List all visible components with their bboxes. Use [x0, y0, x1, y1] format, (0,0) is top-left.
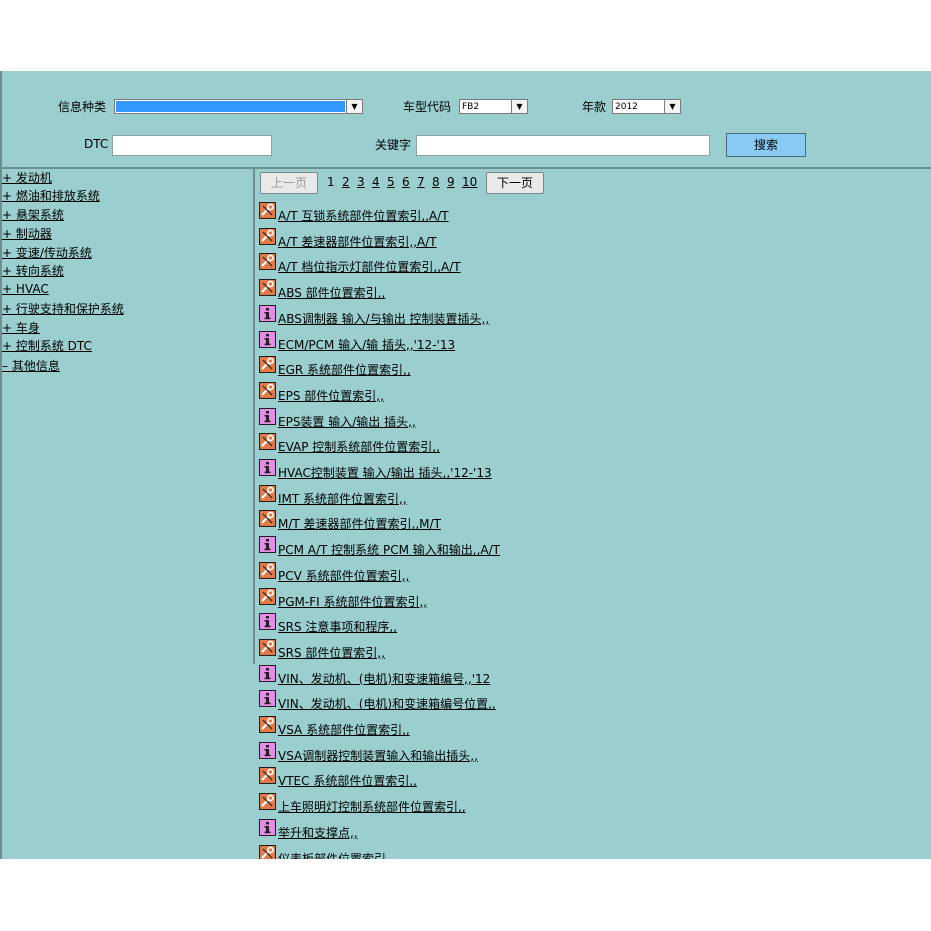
- info-icon: [259, 664, 276, 682]
- document-link[interactable]: 上车照明灯控制系统部件位置索引,,: [278, 798, 466, 815]
- model-code-label: 车型代码: [403, 100, 452, 114]
- nav-item-suspension[interactable]: + 悬架系统: [2, 206, 64, 223]
- page-link[interactable]: 10: [462, 175, 477, 189]
- chevron-down-icon[interactable]: ▼: [346, 100, 362, 113]
- document-link[interactable]: EPS 部件位置索引,,: [278, 387, 384, 404]
- document-link[interactable]: ABS调制器 输入/与输出 控制装置插头,,: [278, 310, 489, 327]
- document-link[interactable]: ABS 部件位置索引,,: [278, 284, 385, 301]
- info-icon: [259, 330, 276, 348]
- document-link[interactable]: SRS 注意事项和程序,,: [278, 618, 397, 635]
- dtc-input[interactable]: [112, 135, 272, 156]
- keyword-input[interactable]: [416, 135, 710, 156]
- page-link[interactable]: 5: [387, 175, 395, 189]
- info-type-label: 信息种类: [58, 100, 107, 114]
- document-link[interactable]: A/T 差速器部件位置索引,,A/T: [278, 233, 437, 250]
- wrench-icon: [259, 253, 276, 271]
- document-link[interactable]: PCM A/T 控制系统 PCM 输入和输出,,A/T: [278, 541, 500, 558]
- document-link[interactable]: 仪表板部件位置索引,,: [278, 850, 394, 860]
- wrench-icon: [259, 793, 276, 811]
- model-code-value: FB2: [462, 102, 480, 112]
- document-link[interactable]: EPS装置 输入/输出 插头,,: [278, 413, 416, 430]
- document-link[interactable]: A/T 档位指示灯部件位置索引,,A/T: [278, 258, 461, 275]
- nav-item-engine[interactable]: + 发动机: [2, 169, 52, 186]
- wrench-icon: [259, 638, 276, 656]
- document-link[interactable]: A/T 互锁系统部件位置索引,,A/T: [278, 207, 449, 224]
- nav-item-hvac[interactable]: + HVAC: [2, 282, 49, 296]
- info-icon: [259, 407, 276, 425]
- wrench-icon: [259, 356, 276, 374]
- pane-divider: [253, 169, 255, 664]
- wrench-icon: [259, 844, 276, 859]
- app-window: 信息种类 ▼ 车型代码 FB2 ▼ 年款 2012 ▼ DTC 关键字 搜索 +…: [0, 71, 931, 859]
- document-link[interactable]: ECM/PCM 输入/输 插头,,'12-'13: [278, 336, 455, 353]
- nav-item-driving-support[interactable]: + 行驶支持和保护系统: [2, 300, 124, 317]
- nav-item-body[interactable]: + 车身: [2, 319, 40, 336]
- page-link[interactable]: 4: [372, 175, 380, 189]
- document-link[interactable]: M/T 差速器部件位置索引,,M/T: [278, 515, 441, 532]
- document-link[interactable]: VIN、发动机、(电机)和变速箱编号位置,,: [278, 695, 496, 712]
- info-icon: [259, 613, 276, 631]
- wrench-icon: [259, 202, 276, 219]
- wrench-icon: [259, 561, 276, 579]
- nav-item-fuel-emission[interactable]: + 燃油和排放系统: [2, 187, 100, 204]
- wrench-icon: [259, 484, 276, 502]
- info-icon: [259, 459, 276, 476]
- wrench-icon: [259, 381, 276, 399]
- info-type-selection-highlight: [116, 101, 345, 112]
- year-label: 年款: [582, 100, 607, 114]
- nav-item-drivetrain[interactable]: + 变速/传动系统: [2, 244, 92, 261]
- document-link[interactable]: 举升和支撑点,,: [278, 824, 358, 841]
- page-link[interactable]: 7: [417, 175, 425, 189]
- wrench-icon: [259, 433, 276, 451]
- document-link[interactable]: VSA调制器控制装置输入和输出插头,,: [278, 747, 478, 764]
- prev-page-button[interactable]: 上一页: [260, 172, 318, 194]
- keyword-label: 关键字: [375, 138, 412, 152]
- document-link[interactable]: VTEC 系统部件位置索引,,: [278, 772, 417, 789]
- year-value: 2012: [615, 102, 638, 112]
- model-code-select[interactable]: FB2 ▼: [459, 99, 528, 114]
- info-icon: [259, 690, 276, 708]
- info-icon: [259, 304, 276, 322]
- document-link[interactable]: VSA 系统部件位置索引,,: [278, 721, 410, 738]
- wrench-icon: [259, 587, 276, 605]
- wrench-icon: [259, 279, 276, 297]
- page-link[interactable]: 9: [447, 175, 455, 189]
- chevron-down-icon[interactable]: ▼: [664, 100, 680, 113]
- dtc-label: DTC: [84, 137, 109, 151]
- nav-item-control-dtc[interactable]: + 控制系统 DTC: [2, 337, 92, 354]
- header-divider: [2, 167, 931, 169]
- year-select[interactable]: 2012 ▼: [612, 99, 681, 114]
- page-link[interactable]: 3: [357, 175, 365, 189]
- document-link[interactable]: HVAC控制装置 输入/输出 插头,,'12-'13: [278, 464, 492, 481]
- document-link[interactable]: PGM-FI 系统部件位置索引,,: [278, 593, 427, 610]
- current-page: 1: [327, 175, 335, 189]
- chevron-down-icon[interactable]: ▼: [511, 100, 527, 113]
- page-link[interactable]: 2: [342, 175, 350, 189]
- info-icon: [259, 818, 276, 836]
- wrench-icon: [259, 716, 276, 733]
- document-link[interactable]: EGR 系统部件位置索引,,: [278, 361, 411, 378]
- info-icon: [259, 536, 276, 554]
- wrench-icon: [259, 227, 276, 245]
- document-link[interactable]: PCV 系统部件位置索引,,: [278, 567, 409, 584]
- nav-item-brakes[interactable]: + 制动器: [2, 225, 52, 242]
- search-button[interactable]: 搜索: [726, 133, 806, 157]
- nav-item-steering[interactable]: + 转向系统: [2, 262, 64, 279]
- document-link[interactable]: EVAP 控制系统部件位置索引,,: [278, 438, 440, 455]
- info-icon: [259, 741, 276, 759]
- document-link[interactable]: IMT 系统部件位置索引,,: [278, 490, 407, 507]
- page-link[interactable]: 8: [432, 175, 440, 189]
- wrench-icon: [259, 510, 276, 528]
- document-link[interactable]: VIN、发动机、(电机)和变速箱编号,,'12: [278, 670, 490, 687]
- page-link[interactable]: 6: [402, 175, 410, 189]
- document-link[interactable]: SRS 部件位置索引,,: [278, 644, 385, 661]
- wrench-icon: [259, 767, 276, 785]
- info-type-select[interactable]: ▼: [114, 99, 363, 114]
- next-page-button[interactable]: 下一页: [486, 172, 544, 194]
- nav-item-other-info[interactable]: – 其他信息: [2, 357, 60, 374]
